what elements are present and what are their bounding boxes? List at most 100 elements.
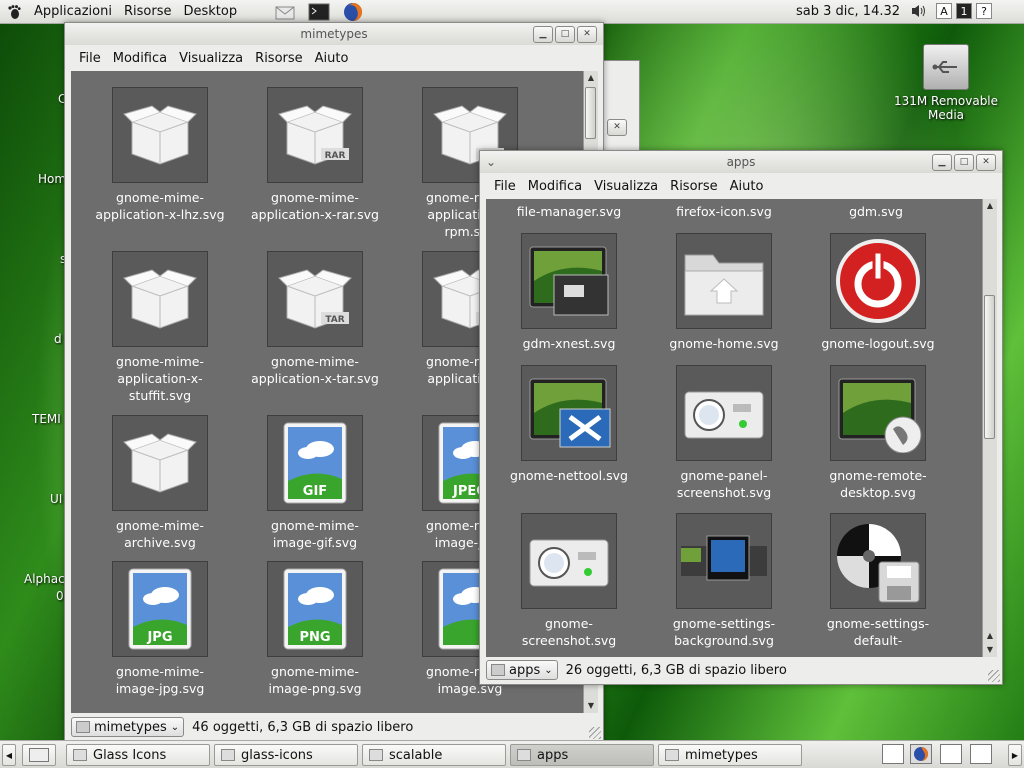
scroll-thumb[interactable] (984, 295, 995, 439)
task-label: apps (537, 747, 569, 763)
panel-right-arrow-icon[interactable]: ▶ (1008, 744, 1022, 766)
desktop-partial-label: 0 (56, 589, 64, 603)
scroll-down-arrow-icon[interactable]: ▼ (983, 643, 997, 657)
menu-file[interactable]: File (79, 51, 101, 66)
location-combo[interactable]: mimetypes ⌄ (71, 717, 185, 737)
terminal-launcher-icon[interactable] (307, 2, 331, 22)
menu-help[interactable]: Aiuto (315, 51, 349, 66)
menu-edit[interactable]: Modifica (113, 51, 167, 66)
file-name-line: gnome-mime- (271, 664, 359, 679)
task-button[interactable]: glass-icons (214, 744, 358, 766)
menu-places[interactable]: Risorse (255, 51, 303, 66)
apps-scrollbar[interactable]: ▲ ▲ ▼ (982, 199, 997, 657)
apps-titlebar[interactable]: ⌄ apps ▁ □ ✕ (480, 151, 1002, 173)
mail-launcher-icon[interactable] (273, 2, 297, 22)
firefox-launcher-icon[interactable] (341, 2, 365, 22)
workspace-1-button[interactable]: 1 (956, 3, 972, 19)
file-name-line: image-gif.svg (272, 535, 358, 550)
menu-desktop[interactable]: Desktop (183, 4, 237, 19)
menu-file[interactable]: File (494, 179, 516, 194)
file-item[interactable]: gnome-screenshot.svg (494, 513, 644, 649)
menu-places[interactable]: Risorse (670, 179, 718, 194)
file-name-line: gnome-mime- (116, 354, 204, 369)
file-name-line: gnome-mime- (271, 354, 359, 369)
file-label-partial[interactable]: gdm.svg (801, 203, 951, 220)
removable-media-desktop-icon[interactable]: 131M Removable Media (886, 44, 1006, 122)
maximize-button[interactable]: □ (555, 26, 575, 43)
workspace-a-button[interactable]: A (936, 3, 952, 19)
window-menu-chevron-icon[interactable]: ⌄ (486, 151, 496, 173)
minimize-button[interactable]: ▁ (533, 26, 553, 43)
background-window-fragment[interactable]: ✕ (600, 60, 640, 152)
file-item[interactable]: gdm-xnest.svg (494, 233, 644, 352)
file-label-partial[interactable]: firefox-icon.svg (649, 203, 799, 220)
task-button[interactable]: Glass Icons (66, 744, 210, 766)
menu-edit[interactable]: Modifica (528, 179, 582, 194)
file-item[interactable]: GIF gnome-mime-image-gif.svg (240, 415, 390, 551)
file-name-line: gdm-xnest.svg (522, 336, 616, 351)
file-label-partial[interactable]: file-manager.svg (494, 203, 644, 220)
workspace-pager-1[interactable] (882, 744, 904, 764)
volume-icon[interactable] (910, 3, 928, 23)
file-item[interactable]: gnome-home.svg (649, 233, 799, 352)
menu-view[interactable]: Visualizza (594, 179, 658, 194)
image-file-icon: PNG (267, 561, 363, 657)
file-name-line: gnome- (545, 616, 593, 631)
apps-statusbar: apps ⌄ 26 oggetti, 6,3 GB di spazio libe… (480, 656, 1002, 684)
scroll-up-arrow-icon[interactable]: ▲ (983, 629, 997, 643)
task-button[interactable]: mimetypes (658, 744, 802, 766)
file-name-line: gnome-mime- (116, 190, 204, 205)
file-name-line: gnome-mime- (116, 518, 204, 533)
archive-box-icon: TAR (267, 251, 363, 347)
menu-view[interactable]: Visualizza (179, 51, 243, 66)
scroll-up-arrow-icon[interactable]: ▲ (983, 199, 997, 213)
apps-icon-view[interactable]: file-manager.svg firefox-icon.svg gdm.sv… (486, 199, 982, 657)
close-button[interactable]: ✕ (577, 26, 597, 43)
task-button[interactable]: scalable (362, 744, 506, 766)
file-item[interactable]: gnome-mime-application-x-lhz.svg (85, 87, 235, 223)
show-desktop-button[interactable] (22, 744, 56, 766)
file-item[interactable]: PNG gnome-mime-image-png.svg (240, 561, 390, 697)
workspace-pager-4[interactable] (970, 744, 992, 764)
svg-text:JPG: JPG (146, 630, 172, 645)
file-item[interactable]: JPG gnome-mime-image-jpg.svg (85, 561, 235, 697)
file-name-line: application-x-rar.svg (251, 207, 379, 222)
svg-text:TAR: TAR (325, 315, 344, 325)
power-icon (830, 233, 926, 329)
file-item[interactable]: TAR gnome-mime-application-x-tar.svg (240, 251, 390, 387)
scroll-up-arrow-icon[interactable]: ▲ (584, 71, 598, 85)
bottom-panel: ◀ Glass Icons glass-icons scalable apps … (0, 740, 1024, 768)
menu-applications[interactable]: Applicazioni (34, 4, 112, 19)
file-item[interactable]: gnome-settings-default- (803, 513, 953, 649)
workspace-help-button[interactable]: ? (976, 3, 992, 19)
menu-help[interactable]: Aiuto (730, 179, 764, 194)
file-item[interactable]: gnome-logout.svg (803, 233, 953, 352)
menu-places[interactable]: Risorse (124, 4, 172, 19)
file-item[interactable]: gnome-settings-background.svg (649, 513, 799, 649)
file-item[interactable]: RAR gnome-mime-application-x-rar.svg (240, 87, 390, 223)
close-button[interactable]: ✕ (976, 154, 996, 171)
resize-grip[interactable] (589, 727, 601, 739)
file-item[interactable]: gnome-remote-desktop.svg (803, 365, 953, 501)
scroll-down-arrow-icon[interactable]: ▼ (584, 699, 598, 713)
maximize-button[interactable]: □ (954, 154, 974, 171)
panel-left-arrow-icon[interactable]: ◀ (2, 744, 16, 766)
location-combo[interactable]: apps ⌄ (486, 660, 558, 680)
window-icon (517, 749, 531, 761)
mimetypes-titlebar[interactable]: mimetypes ▁ □ ✕ (65, 23, 603, 45)
background-window-close-icon[interactable]: ✕ (607, 119, 627, 136)
svg-text:RAR: RAR (325, 151, 346, 161)
file-item[interactable]: gnome-mime-application-x-stuffit.svg (85, 251, 235, 404)
gnome-foot-icon[interactable] (4, 2, 24, 22)
workspace-pager-3[interactable] (940, 744, 962, 764)
workspace-pager-firefox-icon[interactable] (910, 744, 932, 764)
clock[interactable]: sab 3 dic, 14.32 (796, 4, 900, 19)
file-item[interactable]: gnome-mime-archive.svg (85, 415, 235, 551)
minimize-button[interactable]: ▁ (932, 154, 952, 171)
file-item[interactable]: gnome-panel-screenshot.svg (649, 365, 799, 501)
file-name-line: gnome-mime- (271, 518, 359, 533)
file-item[interactable]: gnome-nettool.svg (494, 365, 644, 484)
resize-grip[interactable] (988, 670, 1000, 682)
task-button-active[interactable]: apps (510, 744, 654, 766)
scroll-thumb[interactable] (585, 87, 596, 139)
